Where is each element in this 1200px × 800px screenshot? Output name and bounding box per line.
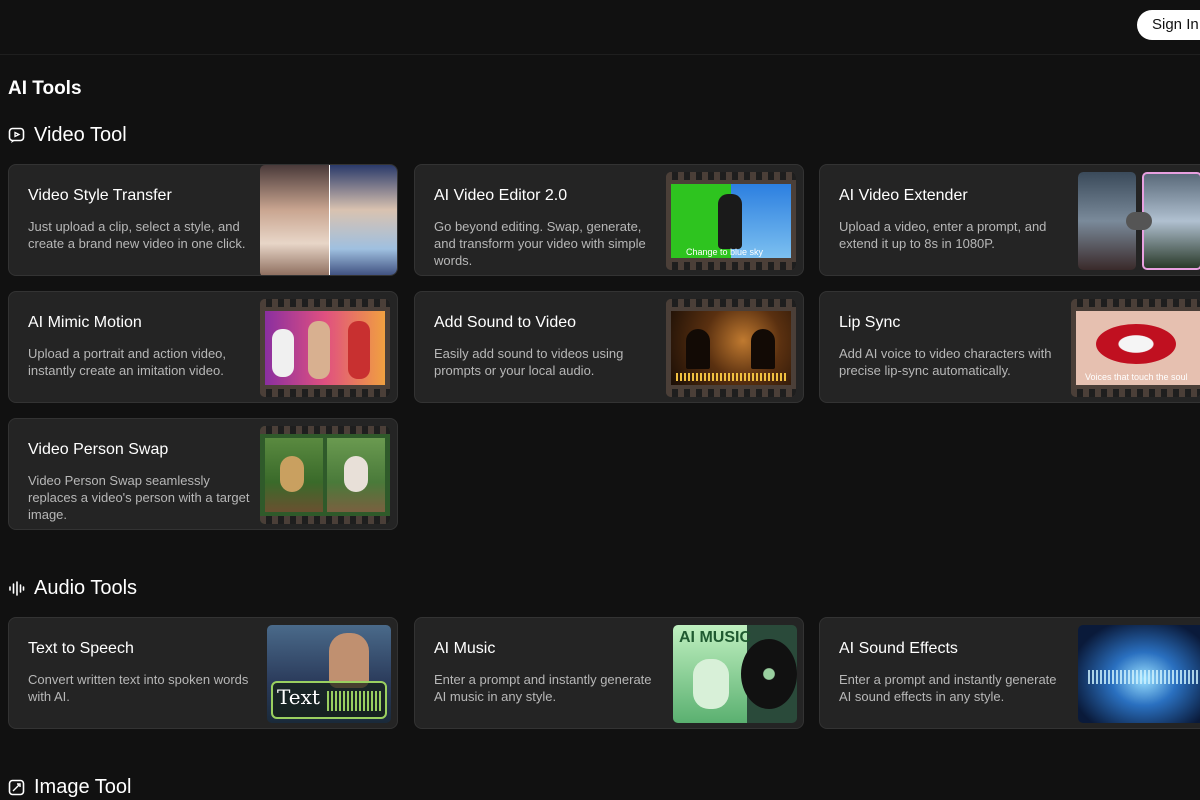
section-title: Image Tool [34, 776, 132, 798]
sign-in-button[interactable]: Sign In [1137, 10, 1200, 40]
thumbnail-image [260, 426, 390, 524]
card-description: Just upload a clip, select a style, and … [28, 219, 246, 251]
card-title: AI Video Editor 2.0 [434, 187, 568, 204]
tool-card-ai-mimic-motion[interactable]: AI Mimic Motion Upload a portrait and ac… [8, 291, 398, 403]
section-header-video: Video Tool [8, 124, 127, 147]
thumbnail-image [260, 299, 390, 397]
section-title: Video Tool [34, 124, 127, 146]
tool-card-ai-music[interactable]: AI Music Enter a prompt and instantly ge… [414, 617, 804, 729]
tool-card-lip-sync[interactable]: Lip Sync Add AI voice to video character… [819, 291, 1200, 403]
card-description: Enter a prompt and instantly generate AI… [434, 672, 652, 704]
card-description: Enter a prompt and instantly generate AI… [839, 672, 1057, 704]
card-description: Easily add sound to videos using prompts… [434, 346, 624, 378]
thumbnail-image [1078, 172, 1200, 270]
card-title: Video Person Swap [28, 441, 169, 458]
tool-card-text-to-speech[interactable]: Text to Speech Convert written text into… [8, 617, 398, 729]
card-title: Add Sound to Video [434, 314, 577, 331]
audio-wave-icon [8, 580, 25, 597]
tool-card-ai-video-extender[interactable]: AI Video Extender Upload a video, enter … [819, 164, 1200, 276]
thumbnail-image [666, 299, 796, 397]
card-title: Video Style Transfer [28, 187, 172, 204]
thumbnail-caption: Text [277, 685, 320, 709]
tool-card-ai-sound-effects[interactable]: AI Sound Effects Enter a prompt and inst… [819, 617, 1200, 729]
section-title: Audio Tools [34, 577, 138, 599]
tool-card-ai-video-editor[interactable]: AI Video Editor 2.0 Go beyond editing. S… [414, 164, 804, 276]
card-title: AI Sound Effects [839, 640, 958, 657]
thumbnail-image: AI MUSIC [673, 625, 797, 723]
card-description: Upload a video, enter a prompt, and exte… [839, 219, 1047, 251]
section-header-image: Image Tool [8, 776, 131, 799]
card-title: AI Music [434, 640, 496, 657]
card-description: Upload a portrait and action video, inst… [28, 346, 227, 378]
card-description: Go beyond editing. Swap, generate, and t… [434, 219, 646, 268]
section-header-audio: Audio Tools [8, 577, 137, 600]
card-description: Add AI voice to video characters with pr… [839, 346, 1052, 378]
thumbnail-caption: Voices that touch the soul [1085, 372, 1188, 382]
thumbnail-caption: Change to blue sky [686, 247, 764, 257]
thumbnail-image: Voices that touch the soul [1071, 299, 1200, 397]
top-bar: Sign In [0, 0, 1200, 55]
thumbnail-image [1078, 625, 1200, 723]
card-description: Convert written text into spoken words w… [28, 672, 249, 704]
thumbnail-image [260, 165, 397, 275]
thumbnail-image: Change to blue sky [666, 172, 796, 270]
thumbnail-image: Text [267, 625, 391, 723]
card-title: AI Video Extender [839, 187, 968, 204]
card-title: Lip Sync [839, 314, 901, 331]
tool-card-add-sound-to-video[interactable]: Add Sound to Video Easily add sound to v… [414, 291, 804, 403]
thumbnail-caption: AI MUSIC [679, 629, 751, 646]
tool-card-video-style-transfer[interactable]: Video Style Transfer Just upload a clip,… [8, 164, 398, 276]
card-description: Video Person Swap seamlessly replaces a … [28, 473, 250, 522]
page-title: AI Tools [8, 78, 82, 99]
card-title: Text to Speech [28, 640, 134, 657]
tool-card-video-person-swap[interactable]: Video Person Swap Video Person Swap seam… [8, 418, 398, 530]
image-edit-icon [8, 779, 25, 796]
card-title: AI Mimic Motion [28, 314, 142, 331]
video-chat-icon [8, 127, 25, 144]
